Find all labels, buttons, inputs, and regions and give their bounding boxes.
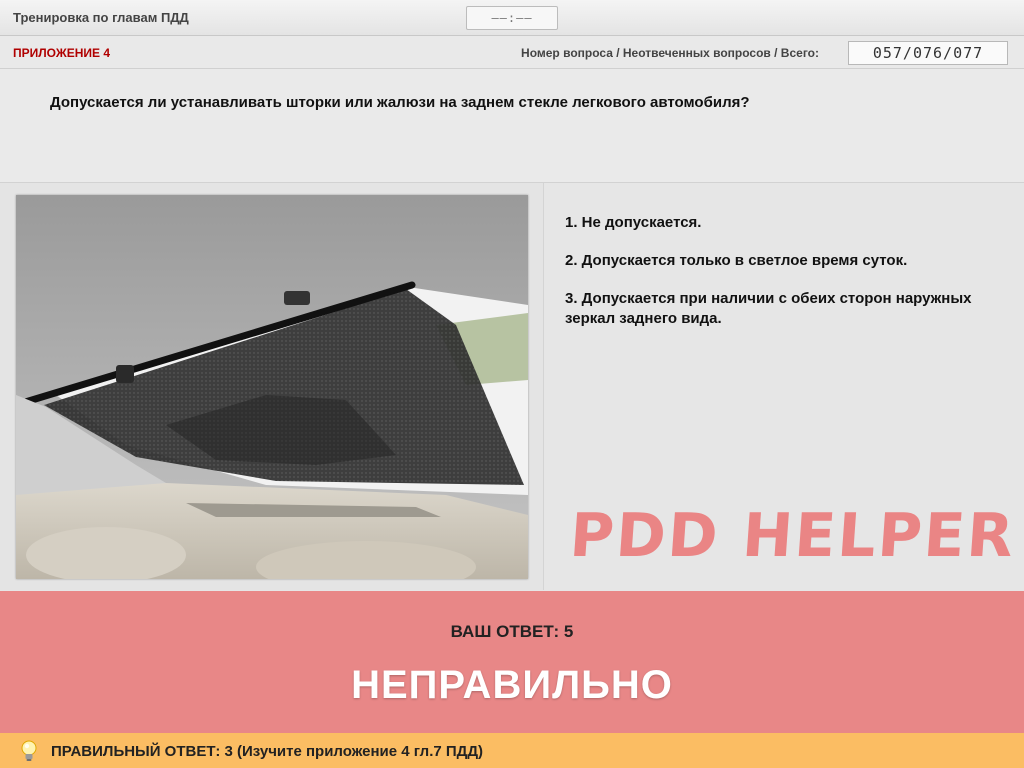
title-bar: Тренировка по главам ПДД ––:–– (0, 0, 1024, 36)
question-counter-label: Номер вопроса / Неотвеченных вопросов / … (521, 46, 819, 60)
question-text: Допускается ли устанавливать шторки или … (50, 94, 750, 111)
answer-option-2[interactable]: 2. Допускается только в светлое время су… (565, 251, 995, 271)
question-counter: 057/076/077 (848, 41, 1008, 65)
answers-list: 1. Не допускается. 2. Допускается только… (565, 213, 995, 347)
lightbulb-icon (21, 740, 37, 761)
info-bar: ПРИЛОЖЕНИЕ 4 Номер вопроса / Неотвеченны… (0, 36, 1024, 69)
window-title: Тренировка по главам ПДД (13, 10, 189, 25)
hint-bar: ПРАВИЛЬНЫЙ ОТВЕТ: 3 (Изучите приложение … (0, 733, 1024, 768)
question-photo (16, 195, 528, 579)
answer-option-3[interactable]: 3. Допускается при наличии с обеих сторо… (565, 289, 995, 329)
your-answer-label: ВАШ ОТВЕТ: 5 (450, 622, 574, 641)
timer-display: ––:–– (466, 6, 558, 30)
question-panel: Допускается ли устанавливать шторки или … (0, 69, 1024, 183)
verdict-label: НЕПРАВИЛЬНО (351, 663, 673, 707)
answer-option-1[interactable]: 1. Не допускается. (565, 213, 995, 233)
content-area: 1. Не допускается. 2. Допускается только… (0, 183, 1024, 590)
correct-answer-text: ПРАВИЛЬНЫЙ ОТВЕТ: 3 (Изучите приложение … (51, 743, 484, 760)
brand-watermark: PDD HELPER (567, 501, 1018, 571)
result-panel: ВАШ ОТВЕТ: 5 НЕПРАВИЛЬНО (0, 591, 1024, 733)
image-panel (0, 183, 544, 590)
appendix-label: ПРИЛОЖЕНИЕ 4 (13, 46, 111, 60)
